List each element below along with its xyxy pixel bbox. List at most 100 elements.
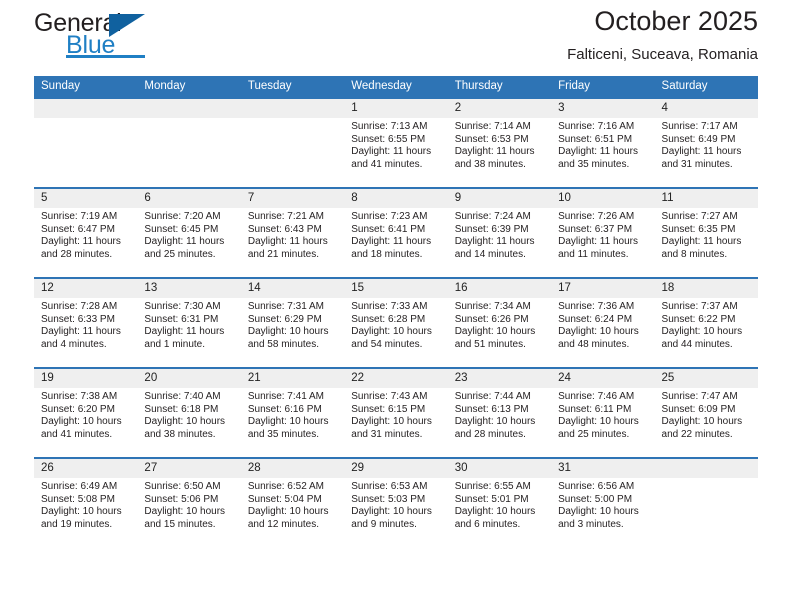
daylight-text-line1: Daylight: 11 hours — [558, 146, 638, 158]
calendar-day-cell[interactable]: 31 Sunrise: 6:56 AM Sunset: 5:00 PM Dayligh… — [551, 457, 655, 547]
calendar-day-cell[interactable]: 15 Sunrise: 7:33 AM Sunset: 6:28 PM Dayligh… — [344, 277, 448, 368]
sunset-text: Sunset: 5:01 PM — [454, 493, 529, 505]
daylight-text-line2: and 19 minutes. — [41, 518, 113, 530]
calendar-day-cell[interactable]: 13 Sunrise: 7:30 AM Sunset: 6:31 PM Dayligh… — [137, 277, 241, 368]
calendar-body: 1 Sunrise: 7:13 AM Sunset: 6:55 PM Daylight… — [34, 97, 758, 547]
day-number: 5 — [34, 189, 138, 208]
day-of-week-monday: Monday — [137, 76, 241, 98]
calendar-day-cell[interactable]: 29 Sunrise: 6:53 AM Sunset: 5:03 PM Dayligh… — [344, 457, 448, 547]
calendar-day-cell[interactable]: 2 Sunrise: 7:14 AM Sunset: 6:53 PM Daylight… — [447, 97, 552, 188]
calendar-day-cell[interactable]: 4 Sunrise: 7:17 AM Sunset: 6:49 PM Daylight… — [654, 97, 758, 188]
day-number: 23 — [447, 369, 552, 388]
calendar-empty-cell — [137, 97, 241, 188]
day-details: Sunrise: 7:19 AM Sunset: 6:47 PM Daylight:… — [34, 208, 137, 261]
calendar-day-cell[interactable]: 21 Sunrise: 7:41 AM Sunset: 6:16 PM Dayligh… — [240, 367, 345, 458]
calendar-day-cell[interactable]: 5 Sunrise: 7:19 AM Sunset: 6:47 PM Daylight… — [34, 187, 138, 278]
calendar-day-cell[interactable]: 7 Sunrise: 7:21 AM Sunset: 6:43 PM Daylight… — [240, 187, 345, 278]
calendar-table: Sunday Monday Tuesday Wednesday Thursday… — [34, 76, 758, 547]
daylight-text-line2: and 25 minutes. — [144, 248, 216, 260]
sunrise-text: Sunrise: 6:53 AM — [351, 481, 428, 492]
sunset-text: Sunset: 6:53 PM — [454, 133, 529, 145]
day-details: Sunrise: 7:41 AM Sunset: 6:16 PM Daylight:… — [241, 388, 344, 441]
sunrise-text: Sunrise: 7:21 AM — [247, 211, 324, 222]
daylight-text-line2: and 54 minutes. — [351, 338, 423, 350]
day-details: Sunrise: 7:33 AM Sunset: 6:28 PM Daylight:… — [344, 298, 447, 351]
daylight-text-line1: Daylight: 10 hours — [247, 326, 329, 338]
logo-underline — [66, 55, 145, 58]
day-details: Sunrise: 6:56 AM Sunset: 5:00 PM Daylight:… — [551, 478, 654, 531]
sunset-text: Sunset: 6:49 PM — [661, 133, 736, 145]
calendar-day-cell[interactable]: 24 Sunrise: 7:46 AM Sunset: 6:11 PM Dayligh… — [551, 367, 655, 458]
day-details: Sunrise: 7:16 AM Sunset: 6:51 PM Daylight:… — [551, 118, 654, 171]
calendar-week-row: 12 Sunrise: 7:28 AM Sunset: 6:33 PM Dayligh… — [34, 277, 758, 368]
sunset-text: Sunset: 6:55 PM — [351, 133, 426, 145]
day-details: Sunrise: 6:52 AM Sunset: 5:04 PM Daylight:… — [241, 478, 344, 531]
daylight-text-line2: and 31 minutes. — [661, 158, 733, 170]
calendar-day-cell[interactable]: 8 Sunrise: 7:23 AM Sunset: 6:41 PM Daylight… — [344, 187, 448, 278]
day-details: Sunrise: 7:28 AM Sunset: 6:33 PM Daylight:… — [34, 298, 137, 351]
calendar-day-cell[interactable]: 27 Sunrise: 6:50 AM Sunset: 5:06 PM Dayligh… — [137, 457, 241, 547]
calendar-day-cell[interactable]: 17 Sunrise: 7:36 AM Sunset: 6:24 PM Dayligh… — [551, 277, 655, 368]
calendar-day-cell[interactable]: 10 Sunrise: 7:26 AM Sunset: 6:37 PM Dayligh… — [551, 187, 655, 278]
day-number: 8 — [344, 189, 448, 208]
calendar-day-cell[interactable]: 9 Sunrise: 7:24 AM Sunset: 6:39 PM Daylight… — [447, 187, 552, 278]
daylight-text-line2: and 38 minutes. — [144, 428, 216, 440]
sunset-text: Sunset: 6:41 PM — [351, 223, 426, 235]
day-details: Sunrise: 6:49 AM Sunset: 5:08 PM Daylight:… — [34, 478, 137, 531]
calendar-day-cell[interactable]: 6 Sunrise: 7:20 AM Sunset: 6:45 PM Daylight… — [137, 187, 241, 278]
daylight-text-line1: Daylight: 11 hours — [454, 146, 535, 158]
calendar-day-cell[interactable]: 28 Sunrise: 6:52 AM Sunset: 5:04 PM Dayligh… — [240, 457, 345, 547]
daylight-text-line1: Daylight: 10 hours — [454, 506, 536, 518]
daylight-text-line1: Daylight: 10 hours — [351, 416, 432, 428]
sunset-text: Sunset: 5:04 PM — [247, 493, 322, 505]
calendar-empty-cell — [34, 97, 138, 188]
sunset-text: Sunset: 6:09 PM — [661, 403, 736, 415]
day-details: Sunrise: 7:36 AM Sunset: 6:24 PM Daylight:… — [551, 298, 654, 351]
daylight-text-line2: and 21 minutes. — [247, 248, 320, 260]
daylight-text-line2: and 11 minutes. — [558, 248, 629, 260]
calendar-day-cell[interactable]: 16 Sunrise: 7:34 AM Sunset: 6:26 PM Dayligh… — [447, 277, 552, 368]
day-of-week-wednesday: Wednesday — [344, 76, 448, 98]
daylight-text-line1: Daylight: 10 hours — [661, 326, 743, 338]
general-blue-logo[interactable]: General Blue — [34, 9, 264, 65]
calendar-day-cell[interactable]: 26 Sunrise: 6:49 AM Sunset: 5:08 PM Dayligh… — [34, 457, 138, 547]
calendar-day-cell[interactable]: 30 Sunrise: 6:55 AM Sunset: 5:01 PM Dayligh… — [447, 457, 552, 547]
daylight-text-line1: Daylight: 10 hours — [41, 416, 122, 428]
daylight-text-line1: Daylight: 10 hours — [41, 506, 122, 518]
sunset-text: Sunset: 6:45 PM — [144, 223, 219, 235]
sunrise-text: Sunrise: 7:23 AM — [351, 211, 428, 222]
day-details: Sunrise: 7:20 AM Sunset: 6:45 PM Daylight:… — [137, 208, 240, 261]
calendar-day-cell[interactable]: 18 Sunrise: 7:37 AM Sunset: 6:22 PM Dayligh… — [654, 277, 758, 368]
calendar-day-cell[interactable]: 1 Sunrise: 7:13 AM Sunset: 6:55 PM Daylight… — [344, 97, 448, 188]
calendar-page: General Blue October 2025 Falticeni, Suc… — [0, 0, 792, 612]
sunset-text: Sunset: 6:37 PM — [558, 223, 633, 235]
calendar-day-cell[interactable]: 22 Sunrise: 7:43 AM Sunset: 6:15 PM Dayligh… — [344, 367, 448, 458]
daylight-text-line2: and 41 minutes. — [351, 158, 423, 170]
sunset-text: Sunset: 6:16 PM — [247, 403, 322, 415]
daylight-text-line1: Daylight: 11 hours — [41, 326, 121, 338]
day-number — [240, 99, 345, 118]
calendar-day-cell[interactable]: 25 Sunrise: 7:47 AM Sunset: 6:09 PM Dayligh… — [654, 367, 758, 458]
sunrise-text: Sunrise: 7:26 AM — [558, 211, 635, 222]
day-of-week-thursday: Thursday — [447, 76, 552, 98]
calendar-day-cell[interactable]: 12 Sunrise: 7:28 AM Sunset: 6:33 PM Dayligh… — [34, 277, 138, 368]
calendar-week-row: 26 Sunrise: 6:49 AM Sunset: 5:08 PM Dayligh… — [34, 457, 758, 547]
calendar-day-cell[interactable]: 11 Sunrise: 7:27 AM Sunset: 6:35 PM Dayligh… — [654, 187, 758, 278]
sunset-text: Sunset: 6:43 PM — [247, 223, 322, 235]
calendar-day-cell[interactable]: 3 Sunrise: 7:16 AM Sunset: 6:51 PM Daylight… — [551, 97, 655, 188]
sunrise-text: Sunrise: 7:43 AM — [351, 391, 428, 402]
daylight-text-line2: and 8 minutes. — [661, 248, 728, 260]
sunrise-text: Sunrise: 7:34 AM — [454, 301, 531, 312]
daylight-text-line2: and 58 minutes. — [247, 338, 320, 350]
day-number: 11 — [654, 189, 758, 208]
calendar-day-cell[interactable]: 14 Sunrise: 7:31 AM Sunset: 6:29 PM Dayligh… — [240, 277, 345, 368]
sunset-text: Sunset: 6:51 PM — [558, 133, 633, 145]
day-of-week-tuesday: Tuesday — [240, 76, 345, 98]
sunset-text: Sunset: 6:18 PM — [144, 403, 219, 415]
calendar-day-cell[interactable]: 23 Sunrise: 7:44 AM Sunset: 6:13 PM Dayligh… — [447, 367, 552, 458]
day-details: Sunrise: 7:26 AM Sunset: 6:37 PM Daylight:… — [551, 208, 654, 261]
calendar-day-cell[interactable]: 19 Sunrise: 7:38 AM Sunset: 6:20 PM Dayligh… — [34, 367, 138, 458]
daylight-text-line1: Daylight: 10 hours — [558, 416, 639, 428]
calendar-day-cell[interactable]: 20 Sunrise: 7:40 AM Sunset: 6:18 PM Dayligh… — [137, 367, 241, 458]
day-number: 15 — [344, 279, 448, 298]
